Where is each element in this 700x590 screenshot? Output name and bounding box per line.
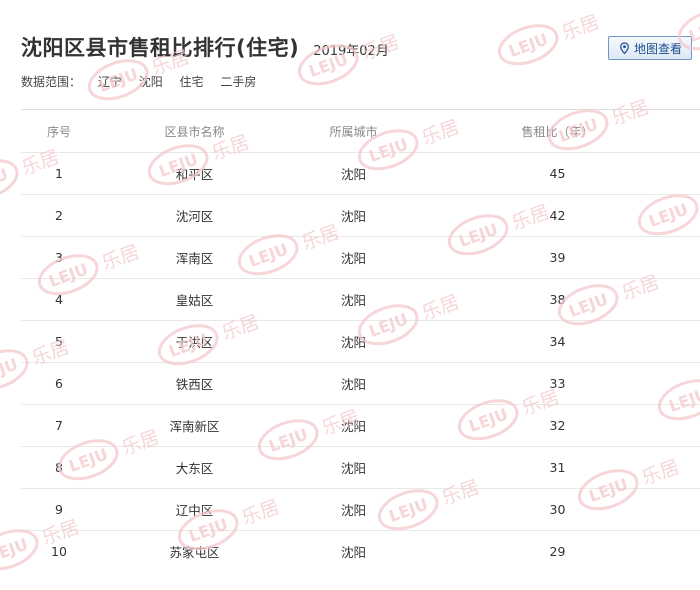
- table-row: 8 大东区 沈阳 31: [21, 446, 700, 489]
- page-header: 沈阳区县市售租比排行(住宅) 2019年02月 数据范围： 辽宁 沈阳 住宅 二…: [0, 0, 700, 108]
- rank-cell: 10: [21, 530, 97, 572]
- rank-cell: 3: [21, 236, 97, 279]
- rank-cell: 7: [21, 404, 97, 447]
- page-title: 沈阳区县市售租比排行(住宅): [21, 36, 300, 60]
- ratio-cell: 45: [415, 152, 700, 195]
- district-cell: 和平区: [97, 152, 292, 195]
- city-cell: 沈阳: [292, 446, 415, 489]
- map-view-button-label: 地图查看: [633, 41, 682, 56]
- ratio-cell: 32: [415, 404, 700, 447]
- data-scope-label: 数据范围：: [21, 75, 82, 89]
- rank-cell: 6: [21, 362, 97, 405]
- city-cell: 沈阳: [292, 236, 415, 279]
- column-header-rank: 序号: [46, 124, 71, 139]
- table-row: 10 苏家屯区 沈阳 29: [21, 530, 700, 572]
- ratio-cell: 38: [415, 278, 700, 321]
- city-cell: 沈阳: [292, 278, 415, 321]
- scope-property-type: 住宅: [179, 75, 204, 89]
- ratio-cell: 34: [415, 320, 700, 363]
- table-row: 6 铁西区 沈阳 33: [21, 362, 700, 405]
- scope-province: 辽宁: [97, 75, 122, 89]
- svg-text:LEJU: LEJU: [0, 164, 10, 196]
- title-wrap: 沈阳区县市售租比排行(住宅) 2019年02月: [21, 32, 389, 62]
- table-row: 2 沈河区 沈阳 42: [21, 194, 700, 237]
- column-header-city: 所属城市: [329, 124, 378, 139]
- data-scope: 数据范围： 辽宁 沈阳 住宅 二手房: [21, 73, 269, 90]
- map-view-button[interactable]: 地图查看: [608, 36, 692, 60]
- ratio-cell: 31: [415, 446, 700, 489]
- city-cell: 沈阳: [292, 194, 415, 237]
- city-cell: 沈阳: [292, 320, 415, 363]
- rank-cell: 4: [21, 278, 97, 321]
- city-cell: 沈阳: [292, 362, 415, 405]
- district-cell: 于洪区: [97, 320, 292, 363]
- ratio-cell: 42: [415, 194, 700, 237]
- rank-cell: 9: [21, 488, 97, 531]
- map-pin-icon: [620, 41, 629, 54]
- table-row: 9 辽中区 沈阳 30: [21, 488, 700, 531]
- scope-market-type: 二手房: [220, 75, 257, 89]
- district-cell: 铁西区: [97, 362, 292, 405]
- district-cell: 皇姑区: [97, 278, 292, 321]
- table-header-row: 序号 区县市名称 所属城市 售租比（年）: [21, 110, 700, 153]
- ratio-ranking-table: 序号 区县市名称 所属城市 售租比（年） 1 和平区 沈阳 45 2 沈河区 沈阳 42 3…: [21, 110, 700, 572]
- district-cell: 辽中区: [97, 488, 292, 531]
- district-cell: 浑南新区: [97, 404, 292, 447]
- table-row: 7 浑南新区 沈阳 32: [21, 404, 700, 447]
- district-cell: 浑南区: [97, 236, 292, 279]
- ratio-cell: 39: [415, 236, 700, 279]
- rank-cell: 5: [21, 320, 97, 363]
- report-date: 2019年02月: [313, 44, 389, 59]
- city-cell: 沈阳: [292, 530, 415, 572]
- table-row: 1 和平区 沈阳 45: [21, 152, 700, 195]
- scope-city: 沈阳: [138, 75, 163, 89]
- city-cell: 沈阳: [292, 488, 415, 531]
- table-row: 3 浑南区 沈阳 39: [21, 236, 700, 279]
- district-cell: 苏家屯区: [97, 530, 292, 572]
- district-cell: 大东区: [97, 446, 292, 489]
- table-row: 5 于洪区 沈阳 34: [21, 320, 700, 363]
- column-header-district: 区县市名称: [164, 124, 225, 139]
- rank-cell: 2: [21, 194, 97, 237]
- ratio-cell: 29: [415, 530, 700, 572]
- column-header-ratio: 售租比（年）: [521, 124, 594, 139]
- rank-cell: 1: [21, 152, 97, 195]
- ratio-cell: 33: [415, 362, 700, 405]
- table-row: 4 皇姑区 沈阳 38: [21, 278, 700, 321]
- district-cell: 沈河区: [97, 194, 292, 237]
- city-cell: 沈阳: [292, 404, 415, 447]
- ratio-cell: 30: [415, 488, 700, 531]
- rank-cell: 8: [21, 446, 97, 489]
- svg-text:LEJU: LEJU: [0, 354, 20, 386]
- city-cell: 沈阳: [292, 152, 415, 195]
